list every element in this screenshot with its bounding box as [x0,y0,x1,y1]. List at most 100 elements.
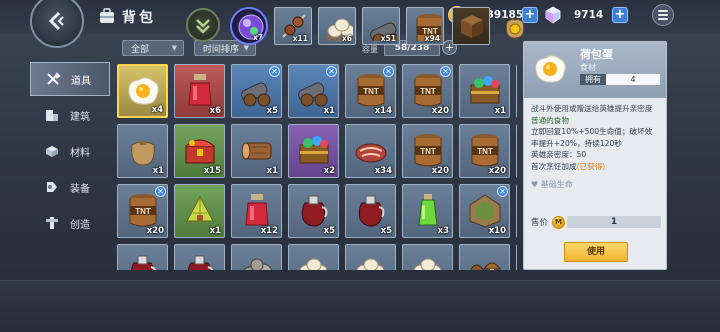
item-count: x10 [488,226,506,236]
inventory-slot[interactable]: TNT x20 ✕ [117,184,168,238]
item-count: x5 [380,226,392,236]
gem-chest-icon [470,76,500,104]
price-label: 售价 [531,218,549,228]
new-badge-icon: ✕ [155,186,166,197]
herb-bundle-icon [186,195,214,223]
category-filter-dropdown[interactable]: 全部 ▼ [122,40,184,56]
inventory-slot[interactable] [516,64,517,118]
item-count: x15 [203,166,221,176]
inventory-slot[interactable] [459,244,510,270]
sidebar-item-equipment[interactable]: 装备 [30,170,110,204]
price-value: 1 [567,216,661,228]
inventory-slot[interactable]: TNT x14 ✕ [345,64,396,118]
inventory-slot[interactable]: x1 [174,184,225,238]
inventory-slot[interactable] [231,244,282,270]
inventory-slot[interactable]: x2 [288,124,339,178]
inventory-slot[interactable]: x1 [459,64,510,118]
meat-icon [355,143,387,163]
inventory-slot[interactable] [516,184,517,238]
heart-icon: ♥ [531,180,539,189]
svg-text:TNT: TNT [420,87,436,96]
inventory-slot[interactable]: x5 [345,184,396,238]
category-sidebar: 道具 建筑 材料 装备 创造 [30,62,110,242]
item-count: x1 [152,166,164,176]
item-count: x12 [260,226,278,236]
inventory-slot[interactable] [288,244,339,270]
new-badge-icon: ✕ [383,66,394,77]
gem-icon [545,6,561,24]
inventory-slot[interactable] [516,124,517,178]
item-count: x20 [431,166,449,176]
collapse-hotbar-button[interactable] [186,8,220,42]
back-arrow-icon [48,11,64,31]
red-jug-icon [130,255,157,270]
tnt-barrel-icon: TNT [471,134,499,167]
tnt-barrel-icon: TNT [414,74,442,107]
inventory-slot[interactable]: x12 [231,184,282,238]
use-button[interactable]: 使用 [564,242,628,262]
add-gems-button[interactable]: + [612,7,628,23]
red-jug-icon [187,255,214,270]
sack-icon [131,141,155,166]
svg-text:TNT: TNT [420,147,436,156]
sidebar-item-materials[interactable]: 材料 [30,134,110,168]
materials-icon [46,146,58,157]
create-icon [46,217,58,229]
inventory-slot[interactable] [516,244,517,270]
inventory-slot[interactable]: x4 [117,64,168,118]
hotbar-slot[interactable]: TNT x94 [406,7,444,45]
tools-icon [47,72,61,85]
detail-header: 荷包蛋 食材 拥有 4 [524,42,666,98]
hotbar-slot[interactable] [496,7,534,45]
inventory-slot[interactable] [117,244,168,270]
inventory-slot[interactable]: x3 [402,184,453,238]
inventory-slot[interactable]: x1 [117,124,168,178]
hotbar-slot[interactable]: x7 [230,7,268,45]
inventory-slot[interactable] [345,244,396,270]
inventory-slot[interactable]: x1 [231,124,282,178]
sidebar-item-building[interactable]: 建筑 [30,98,110,132]
hotbar-slot[interactable]: x6 [318,7,356,45]
category-filter-value: 全部 [131,44,150,55]
inventory-slot[interactable]: x6 [174,64,225,118]
hotbar-slot[interactable]: x51 [362,7,400,45]
inventory-slot[interactable]: TNT x20 ✕ [402,64,453,118]
sidebar-item-tools[interactable]: 道具 [30,62,110,96]
red-jug-icon [358,195,385,227]
red-jug-icon [301,195,328,227]
inventory-slot[interactable]: x10 ✕ [459,184,510,238]
dumplings-icon [413,258,442,270]
inventory-slot[interactable]: x34 [345,124,396,178]
tnt-barrel-icon: TNT [129,194,157,227]
item-name: 荷包蛋 [580,48,613,61]
item-count: x1 [209,226,221,236]
inventory-slot[interactable] [174,244,225,270]
hotbar-slot[interactable] [452,7,490,45]
hotbar-slot[interactable]: x11 [274,7,312,45]
menu-button[interactable] [652,4,674,26]
inventory-slot[interactable]: x15 [174,124,225,178]
back-button[interactable] [30,0,84,48]
sidebar-item-label: 建筑 [70,111,90,123]
tnt-barrel-icon: TNT [357,74,385,107]
inventory-slot[interactable]: TNT x20 [402,124,453,178]
dumplings-icon [299,258,328,270]
inventory-slot[interactable]: x5 [288,184,339,238]
wood-log-icon [241,142,272,160]
inventory-slot[interactable]: x5 ✕ [231,64,282,118]
green-potion-icon [418,194,438,226]
item-count: x5 [266,106,278,116]
dumplings-icon [356,258,385,270]
treasure-chest-icon [185,139,215,164]
gold-coin-icon: M [552,215,566,229]
inventory-grid: x4 x6 x5 ✕ x1 ✕ TNT x14 ✕ TNT x20 ✕ x1 x1 x15 x1 x2 x34 TN… [117,64,517,270]
item-count: x20 [431,106,449,116]
item-type: 食材 [580,63,596,72]
sidebar-item-create[interactable]: 创造 [30,206,110,240]
inventory-slot[interactable]: TNT x20 [459,124,510,178]
item-count: x1 [266,166,278,176]
inventory-slot[interactable]: x1 ✕ [288,64,339,118]
inventory-slot[interactable] [402,244,453,270]
red-potion-icon [188,74,212,106]
red-potion-icon [245,194,269,226]
